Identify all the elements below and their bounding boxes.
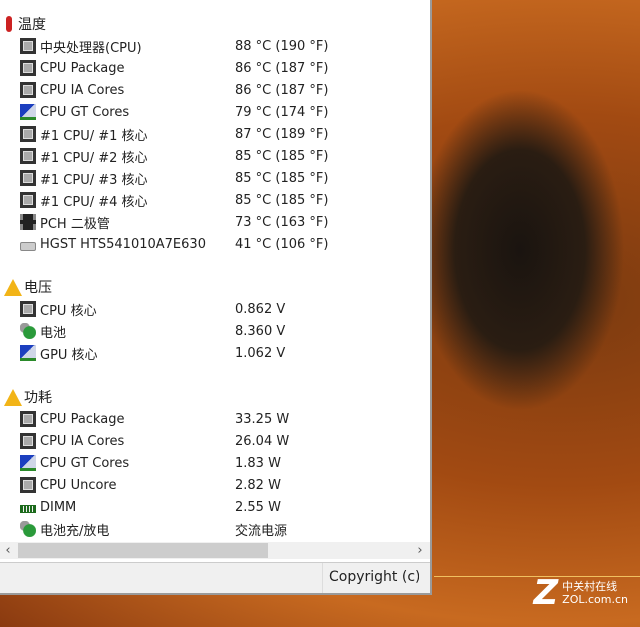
sensor-value: 33.25 W <box>235 411 290 427</box>
sensor-row[interactable]: HGST HTS541010A7E630 41 °C (106 °F) <box>20 234 420 254</box>
sensor-list: 温度中央处理器(CPU) 88 °C (190 °F) CPU Package 86 … <box>0 0 430 540</box>
sensor-row[interactable]: #1 CPU/ #3 核心 85 °C (185 °F) <box>20 168 420 188</box>
sensor-label: HGST HTS541010A7E630 <box>40 236 206 252</box>
sensor-value: 79 °C (174 °F) <box>235 104 329 120</box>
sensor-value: 87 °C (189 °F) <box>235 126 329 142</box>
sensor-row[interactable]: #1 CPU/ #2 核心 85 °C (185 °F) <box>20 146 420 166</box>
group-header[interactable]: 功耗 <box>4 387 52 407</box>
sensor-value: 86 °C (187 °F) <box>235 82 329 98</box>
sensor-value: 8.360 V <box>235 323 286 339</box>
sensor-label: #1 CPU/ #1 核心 <box>40 128 148 144</box>
sensor-value: 41 °C (106 °F) <box>235 236 329 252</box>
group-header[interactable]: 电压 <box>4 277 52 297</box>
battery-icon <box>20 323 36 339</box>
cpu-chip-icon <box>20 148 36 164</box>
dimm-icon <box>20 505 36 513</box>
warning-icon <box>4 278 22 296</box>
sensor-row[interactable]: CPU IA Cores 26.04 W <box>20 431 420 451</box>
sensor-value: 交流电源 <box>235 523 288 539</box>
group-title: 电压 <box>24 280 52 296</box>
sensor-label: CPU IA Cores <box>40 433 125 449</box>
sensor-label: CPU 核心 <box>40 303 97 319</box>
sensor-label: #1 CPU/ #4 核心 <box>40 194 148 210</box>
sensor-label: PCH 二极管 <box>40 216 110 232</box>
group-title: 温度 <box>18 17 46 33</box>
group-header[interactable]: 温度 <box>4 14 46 34</box>
sensor-row[interactable]: 电池充/放电 交流电源 <box>20 519 420 539</box>
watermark-logo: Z <box>533 573 559 613</box>
status-bar: Copyright (c) <box>0 562 430 593</box>
cpu-chip-icon <box>20 170 36 186</box>
sensor-label: CPU IA Cores <box>40 82 125 98</box>
battery-icon <box>20 521 36 537</box>
sensor-label: #1 CPU/ #3 核心 <box>40 172 148 188</box>
sensor-value: 2.55 W <box>235 499 281 515</box>
sensor-value: 1.062 V <box>235 345 286 361</box>
sensor-row[interactable]: DIMM 2.55 W <box>20 497 420 517</box>
sensor-row[interactable]: 中央处理器(CPU) 88 °C (190 °F) <box>20 36 420 56</box>
sensor-label: CPU Package <box>40 411 125 427</box>
scroll-right-icon[interactable]: › <box>412 542 428 559</box>
watermark-url: ZOL.com.cn <box>562 593 628 606</box>
cpu-chip-icon <box>20 60 36 76</box>
sensor-row[interactable]: CPU IA Cores 86 °C (187 °F) <box>20 80 420 100</box>
sensor-row[interactable]: CPU 核心 0.862 V <box>20 299 420 319</box>
sensor-value: 0.862 V <box>235 301 286 317</box>
thermometer-icon <box>6 16 12 32</box>
sensor-row[interactable]: CPU GT Cores 79 °C (174 °F) <box>20 102 420 122</box>
sensor-label: GPU 核心 <box>40 347 98 363</box>
sensor-value: 26.04 W <box>235 433 290 449</box>
sensor-row[interactable]: GPU 核心 1.062 V <box>20 343 420 363</box>
pch-chip-icon <box>20 214 36 230</box>
sensor-row[interactable]: #1 CPU/ #4 核心 85 °C (185 °F) <box>20 190 420 210</box>
sensor-label: CPU Package <box>40 60 125 76</box>
sensor-label: 电池充/放电 <box>40 523 110 539</box>
gpu-icon <box>20 455 36 471</box>
sensor-value: 88 °C (190 °F) <box>235 38 329 54</box>
watermark-name: 中关村在线 <box>562 580 618 593</box>
cpu-chip-icon <box>20 82 36 98</box>
cpu-chip-icon <box>20 301 36 317</box>
sensor-value: 85 °C (185 °F) <box>235 170 329 186</box>
scroll-left-icon[interactable]: ‹ <box>0 542 16 559</box>
sensor-value: 85 °C (185 °F) <box>235 148 329 164</box>
sensor-label: CPU GT Cores <box>40 104 130 120</box>
sensor-row[interactable]: CPU Package 86 °C (187 °F) <box>20 58 420 78</box>
sensor-row[interactable]: 电池 8.360 V <box>20 321 420 341</box>
cpu-chip-icon <box>20 192 36 208</box>
sensor-window: 温度中央处理器(CPU) 88 °C (190 °F) CPU Package 86 … <box>0 0 432 595</box>
gpu-icon <box>20 104 36 120</box>
watermark: Z 中关村在线 ZOL.com.cn <box>534 573 628 613</box>
hdd-icon <box>20 242 36 251</box>
sensor-label: CPU GT Cores <box>40 455 130 471</box>
warning-icon <box>4 388 22 406</box>
sensor-row[interactable]: PCH 二极管 73 °C (163 °F) <box>20 212 420 232</box>
cpu-chip-icon <box>20 411 36 427</box>
gpu-icon <box>20 345 36 361</box>
scrollbar-thumb[interactable] <box>18 543 268 558</box>
sensor-label: CPU Uncore <box>40 477 117 493</box>
sensor-value: 86 °C (187 °F) <box>235 60 329 76</box>
copyright-text: Copyright (c) <box>322 563 419 593</box>
sensor-row[interactable]: #1 CPU/ #1 核心 87 °C (189 °F) <box>20 124 420 144</box>
sensor-value: 85 °C (185 °F) <box>235 192 329 208</box>
sensor-label: 中央处理器(CPU) <box>40 40 142 56</box>
sensor-value: 73 °C (163 °F) <box>235 214 329 230</box>
sensor-row[interactable]: CPU Package 33.25 W <box>20 409 420 429</box>
sensor-row[interactable]: CPU Uncore 2.82 W <box>20 475 420 495</box>
cpu-chip-icon <box>20 126 36 142</box>
sensor-label: #1 CPU/ #2 核心 <box>40 150 148 166</box>
horizontal-scrollbar[interactable]: ‹ › <box>0 542 430 559</box>
sensor-label: DIMM <box>40 499 77 515</box>
cpu-chip-icon <box>20 477 36 493</box>
cpu-chip-icon <box>20 433 36 449</box>
sensor-value: 2.82 W <box>235 477 281 493</box>
group-title: 功耗 <box>24 390 52 406</box>
sensor-row[interactable]: CPU GT Cores 1.83 W <box>20 453 420 473</box>
sensor-label: 电池 <box>40 325 67 341</box>
cpu-chip-icon <box>20 38 36 54</box>
sensor-value: 1.83 W <box>235 455 281 471</box>
